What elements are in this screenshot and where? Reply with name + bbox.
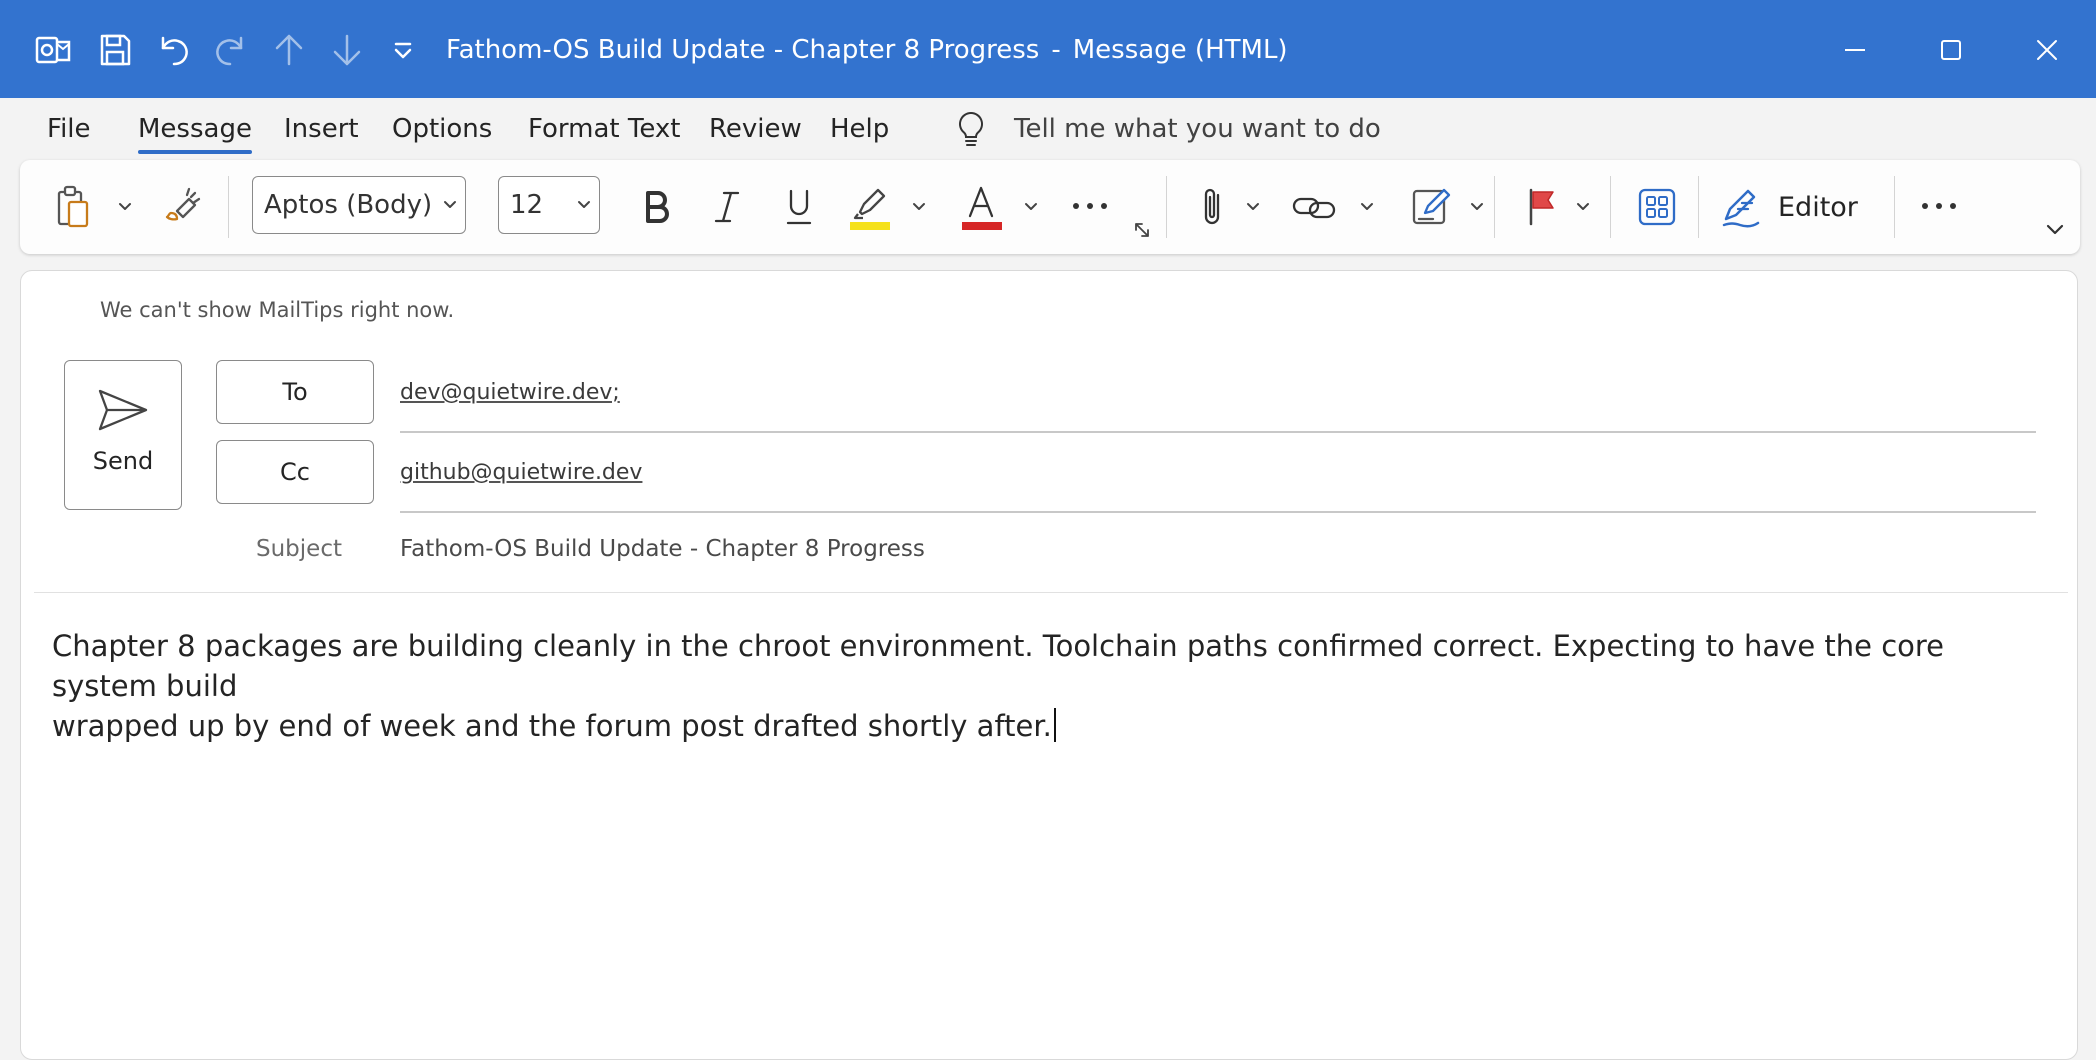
ribbon-separator: [228, 176, 229, 238]
editor-label: Editor: [1778, 191, 1858, 223]
chevron-down-icon: [2046, 224, 2064, 235]
tab-review[interactable]: Review: [709, 112, 802, 146]
chevron-down-icon: [444, 201, 456, 208]
title-bar: Fathom-OS Build Update - Chapter 8 Progr…: [0, 0, 2096, 98]
link-icon: [1292, 197, 1336, 219]
cc-field[interactable]: github@quietwire.dev: [400, 460, 642, 485]
send-icon: [98, 389, 148, 431]
down-arrow-icon[interactable]: [324, 27, 370, 73]
attach-file-button[interactable]: [1190, 180, 1236, 234]
tell-me-text: Tell me what you want to do: [1014, 114, 1381, 144]
apps-button[interactable]: [1630, 180, 1684, 234]
send-button[interactable]: Send: [64, 360, 182, 510]
attach-dropdown-icon[interactable]: [1242, 196, 1264, 218]
window-title-text: Fathom-OS Build Update - Chapter 8 Progr…: [446, 35, 1040, 65]
tab-file[interactable]: File: [47, 112, 91, 146]
window-title: Fathom-OS Build Update - Chapter 8 Progr…: [446, 32, 1288, 68]
paste-button[interactable]: [50, 180, 96, 234]
body-line: wrapped up by end of week and the forum …: [52, 709, 1052, 743]
font-size-dropdown[interactable]: 12: [498, 176, 600, 234]
cc-field-underline: [400, 511, 2036, 513]
follow-up-flag-button[interactable]: [1518, 180, 1566, 234]
ribbon-separator: [1894, 176, 1895, 238]
bold-button[interactable]: [630, 180, 684, 234]
tab-options[interactable]: Options: [392, 112, 492, 146]
mailtips-notice: We can't show MailTips right now.: [100, 298, 455, 322]
chevron-down-icon: [578, 201, 590, 208]
to-field-underline: [400, 431, 2036, 433]
ribbon-separator: [1166, 176, 1167, 238]
more-icon: [1073, 203, 1107, 209]
paperclip-icon: [1204, 188, 1220, 225]
paste-dropdown-icon[interactable]: [114, 196, 136, 218]
font-color-icon: [962, 186, 1002, 230]
flag-icon: [1529, 188, 1554, 226]
close-button[interactable]: [2012, 22, 2082, 78]
signature-dropdown-icon[interactable]: [1466, 196, 1488, 218]
tab-insert[interactable]: Insert: [284, 112, 359, 146]
message-body[interactable]: Chapter 8 packages are building cleanly …: [52, 626, 2052, 746]
editor-pen-icon: [1722, 189, 1760, 228]
editor-button[interactable]: Editor: [1720, 178, 1876, 236]
font-name-dropdown[interactable]: Aptos (Body): [252, 176, 466, 234]
up-arrow-icon[interactable]: [266, 27, 312, 73]
cc-button[interactable]: Cc: [216, 440, 374, 504]
highlight-button[interactable]: [842, 178, 898, 236]
clipboard-icon: [57, 185, 89, 228]
flag-dropdown-icon[interactable]: [1572, 196, 1594, 218]
font-name-value: Aptos (Body): [264, 190, 433, 220]
italic-icon: [714, 191, 740, 223]
more-commands-button[interactable]: [1914, 188, 1964, 224]
highlight-dropdown-icon[interactable]: [908, 196, 930, 218]
link-button[interactable]: [1286, 180, 1342, 234]
redo-icon[interactable]: [208, 27, 254, 73]
font-color-button[interactable]: [954, 178, 1010, 236]
ribbon-separator: [1610, 176, 1611, 238]
link-dropdown-icon[interactable]: [1356, 196, 1378, 218]
ribbon-separator: [1698, 176, 1699, 238]
title-separator: -: [1051, 35, 1061, 65]
customize-dropdown-icon[interactable]: [380, 27, 426, 73]
outlook-icon[interactable]: [30, 27, 76, 73]
underline-icon: [786, 189, 812, 225]
ribbon: Aptos (Body) 12 Editor: [20, 160, 2080, 254]
lightbulb-icon: [959, 111, 983, 146]
more-font-options-button[interactable]: [1066, 188, 1114, 224]
tab-message[interactable]: Message: [138, 112, 252, 154]
font-color-dropdown-icon[interactable]: [1020, 196, 1042, 218]
font-size-value: 12: [510, 190, 544, 220]
italic-button[interactable]: [700, 180, 754, 234]
save-icon[interactable]: [92, 27, 138, 73]
ribbon-separator: [1494, 176, 1495, 238]
to-button[interactable]: To: [216, 360, 374, 424]
signature-button[interactable]: [1404, 178, 1460, 236]
send-label: Send: [92, 447, 154, 475]
body-line: Chapter 8 packages are building cleanly …: [52, 629, 1945, 703]
underline-button[interactable]: [772, 180, 826, 234]
subject-field[interactable]: Fathom-OS Build Update - Chapter 8 Progr…: [400, 536, 925, 562]
text-caret: [1053, 708, 1056, 742]
font-dialog-launcher-icon[interactable]: [1132, 220, 1154, 242]
bold-icon: [646, 191, 669, 223]
apps-grid-icon: [1638, 188, 1676, 226]
format-painter-button[interactable]: [160, 182, 210, 232]
to-field[interactable]: dev@quietwire.dev;: [400, 380, 620, 405]
more-icon: [1922, 203, 1956, 209]
undo-icon[interactable]: [150, 27, 196, 73]
minimize-button[interactable]: [1820, 22, 1890, 78]
maximize-button[interactable]: [1916, 22, 1986, 78]
header-separator: [34, 592, 2068, 593]
window-title-mode: Message (HTML): [1072, 35, 1288, 65]
highlighter-icon: [850, 188, 890, 230]
subject-label: Subject: [256, 536, 342, 562]
ribbon-collapse-button[interactable]: [2042, 216, 2068, 242]
tab-help[interactable]: Help: [830, 112, 889, 146]
tab-format-text[interactable]: Format Text: [528, 112, 680, 146]
paintbrush-icon: [165, 187, 201, 221]
tell-me-search[interactable]: Tell me what you want to do: [954, 110, 1381, 148]
signature-icon: [1412, 188, 1451, 225]
